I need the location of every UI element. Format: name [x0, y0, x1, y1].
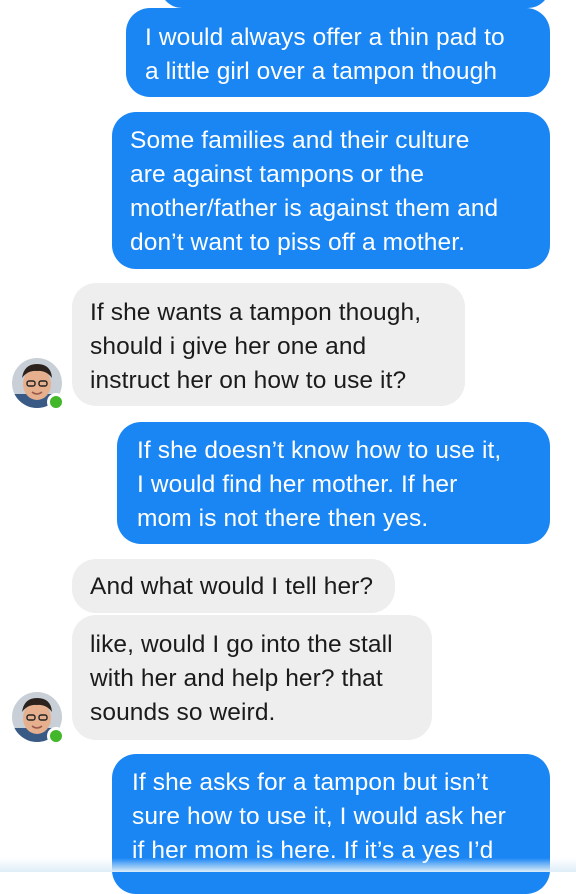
outgoing-message-bubble[interactable]: If she asks for a tampon but isn’t sure … — [112, 754, 550, 894]
contact-avatar[interactable] — [12, 358, 65, 411]
online-status-dot — [47, 393, 65, 411]
online-status-dot — [47, 727, 65, 745]
incoming-message-bubble[interactable]: like, would I go into the stall with her… — [72, 615, 432, 740]
bottom-fade-overlay — [0, 858, 576, 872]
contact-avatar[interactable] — [12, 692, 65, 745]
incoming-message-bubble[interactable]: If she wants a tampon though, should i g… — [72, 283, 465, 406]
outgoing-message-bubble[interactable]: Some families and their culture are agai… — [112, 112, 550, 269]
outgoing-message-bubble[interactable]: If she doesn’t know how to use it, I wou… — [117, 422, 550, 544]
previous-message-bubble-edge[interactable] — [160, 0, 550, 8]
incoming-message-bubble[interactable]: And what would I tell her? — [72, 559, 395, 613]
message-thread: I would always offer a thin pad to a lit… — [0, 0, 576, 894]
outgoing-message-bubble[interactable]: I would always offer a thin pad to a lit… — [126, 8, 550, 97]
